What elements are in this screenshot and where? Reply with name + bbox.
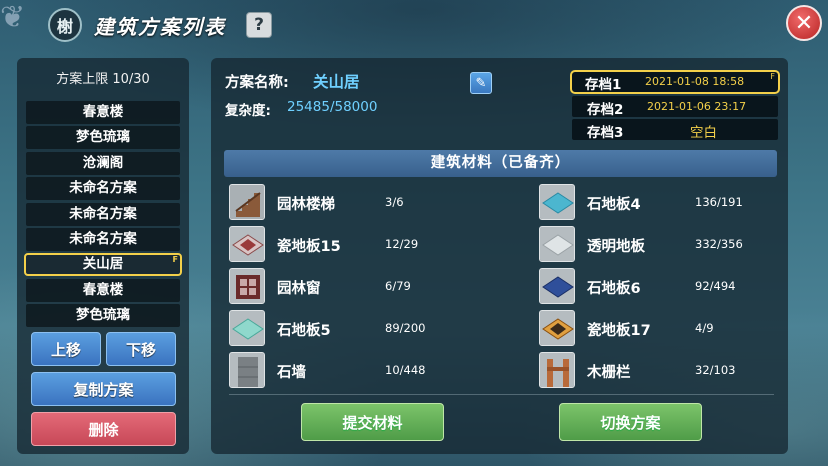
material-row: 石墙 10/448 木栅栏 32/103 bbox=[229, 352, 779, 394]
save-slot-name: 存档3 bbox=[587, 125, 624, 141]
material-item[interactable]: 透明地板 332/356 bbox=[539, 226, 799, 262]
material-item[interactable]: 瓷地板17 4/9 bbox=[539, 310, 799, 346]
stairs-icon bbox=[229, 184, 265, 220]
material-count: 332/356 bbox=[695, 237, 743, 251]
materials-grid: 园林楼梯 3/6 石地板4 136/191 瓷地板15 12/29 透明地板 3… bbox=[229, 184, 779, 394]
material-item[interactable]: 园林窗 6/79 bbox=[229, 268, 489, 304]
plan-detail-panel: 方案名称: 关山居 ✎ 复杂度: 25485/58000 存档1 2021-01… bbox=[211, 58, 788, 454]
material-count: 136/191 bbox=[695, 195, 743, 209]
title-bar: ❦ 榭 建筑方案列表 ? ✕ bbox=[0, 0, 828, 50]
material-name: 园林窗 bbox=[277, 281, 321, 297]
mint-floor-tile-icon bbox=[229, 310, 265, 346]
help-button[interactable]: ? bbox=[246, 12, 272, 38]
material-name: 木栅栏 bbox=[587, 365, 631, 381]
plan-name-value: 关山居 bbox=[313, 73, 360, 91]
material-count: 89/200 bbox=[385, 321, 426, 335]
move-up-button[interactable]: 上移 bbox=[31, 332, 101, 366]
copy-plan-button[interactable]: 复制方案 bbox=[31, 372, 176, 406]
material-name: 园林楼梯 bbox=[277, 197, 335, 213]
material-item[interactable]: 瓷地板15 12/29 bbox=[229, 226, 489, 262]
save-slots: 存档1 2021-01-08 18:58 F 存档2 2021-01-06 23… bbox=[570, 70, 780, 142]
save-slot-2[interactable]: 存档2 2021-01-06 23:17 bbox=[572, 96, 778, 118]
material-count: 12/29 bbox=[385, 237, 419, 251]
selected-tag: F bbox=[172, 255, 178, 265]
page-title: 建筑方案列表 bbox=[94, 15, 226, 39]
submit-materials-button[interactable]: 提交材料 bbox=[301, 403, 444, 441]
material-row: 石地板5 89/200 瓷地板17 4/9 bbox=[229, 310, 779, 352]
material-name: 石墙 bbox=[277, 365, 306, 381]
close-button[interactable]: ✕ bbox=[786, 5, 822, 41]
switch-plan-button[interactable]: 切换方案 bbox=[559, 403, 702, 441]
garden-window-icon bbox=[229, 268, 265, 304]
pencil-icon: ✎ bbox=[475, 75, 487, 91]
patterned-tile-icon bbox=[229, 226, 265, 262]
plan-list: 春意楼 梦色琉璃 沧澜阁 未命名方案 未命名方案 未命名方案 关山居 F 春意楼… bbox=[24, 101, 182, 330]
plan-item[interactable]: 沧澜阁 bbox=[26, 151, 180, 175]
cyan-floor-tile-icon bbox=[539, 184, 575, 220]
blue-floor-tile-icon bbox=[539, 268, 575, 304]
plan-quota: 方案上限 10/30 bbox=[56, 72, 150, 87]
material-count: 32/103 bbox=[695, 363, 736, 377]
material-name: 石地板4 bbox=[587, 197, 641, 213]
divider bbox=[229, 394, 774, 395]
selected-tag: F bbox=[770, 72, 775, 81]
plan-name-label: 方案名称: bbox=[225, 75, 289, 91]
plan-item-label: 关山居 bbox=[82, 256, 124, 273]
stone-wall-icon bbox=[229, 352, 265, 388]
save-slot-3[interactable]: 存档3 空白 bbox=[572, 119, 778, 141]
material-count: 4/9 bbox=[695, 321, 714, 335]
move-down-button[interactable]: 下移 bbox=[106, 332, 176, 366]
wooden-fence-icon bbox=[539, 352, 575, 388]
plan-list-panel: 方案上限 10/30 春意楼 梦色琉璃 沧澜阁 未命名方案 未命名方案 未命名方… bbox=[17, 58, 189, 454]
complexity-value: 25485/58000 bbox=[287, 99, 378, 115]
plan-item[interactable]: 春意楼 bbox=[26, 278, 180, 302]
save-slot-date: 2021-01-06 23:17 bbox=[647, 100, 747, 113]
material-row: 园林窗 6/79 石地板6 92/494 bbox=[229, 268, 779, 310]
save-slot-name: 存档2 bbox=[587, 102, 624, 118]
material-row: 瓷地板15 12/29 透明地板 332/356 bbox=[229, 226, 779, 268]
material-count: 92/494 bbox=[695, 279, 736, 293]
save-slot-1[interactable]: 存档1 2021-01-08 18:58 F bbox=[570, 70, 780, 94]
plan-item[interactable]: 未命名方案 bbox=[26, 202, 180, 226]
plan-item[interactable]: 春意楼 bbox=[26, 101, 180, 124]
decorative-leaf-icon: ❦ bbox=[0, 0, 26, 35]
material-count: 6/79 bbox=[385, 279, 411, 293]
plan-item[interactable]: 梦色琉璃 bbox=[26, 126, 180, 150]
material-count: 3/6 bbox=[385, 195, 404, 209]
material-item[interactable]: 木栅栏 32/103 bbox=[539, 352, 799, 388]
transparent-floor-icon bbox=[539, 226, 575, 262]
material-name: 透明地板 bbox=[587, 239, 645, 255]
materials-header: 建筑材料（已备齐） bbox=[224, 150, 777, 177]
material-name: 瓷地板17 bbox=[587, 323, 651, 339]
material-count: 10/448 bbox=[385, 363, 426, 377]
complexity-label: 复杂度: bbox=[225, 103, 271, 119]
material-name: 石地板6 bbox=[587, 281, 641, 297]
save-slot-date: 2021-01-08 18:58 bbox=[645, 75, 745, 88]
building-logo-icon: 榭 bbox=[48, 8, 82, 42]
material-item[interactable]: 石地板6 92/494 bbox=[539, 268, 799, 304]
orange-patterned-tile-icon bbox=[539, 310, 575, 346]
material-name: 瓷地板15 bbox=[277, 239, 341, 255]
plan-item[interactable]: 梦色琉璃 bbox=[26, 304, 180, 328]
material-item[interactable]: 石地板5 89/200 bbox=[229, 310, 489, 346]
material-item[interactable]: 石墙 10/448 bbox=[229, 352, 489, 388]
plan-item[interactable]: 未命名方案 bbox=[26, 227, 180, 251]
plan-item-selected[interactable]: 关山居 F bbox=[24, 253, 182, 277]
save-slot-name: 存档1 bbox=[585, 77, 622, 93]
material-row: 园林楼梯 3/6 石地板4 136/191 bbox=[229, 184, 779, 226]
delete-button[interactable]: 删除 bbox=[31, 412, 176, 446]
material-item[interactable]: 石地板4 136/191 bbox=[539, 184, 799, 220]
plan-item[interactable]: 未命名方案 bbox=[26, 177, 180, 201]
material-item[interactable]: 园林楼梯 3/6 bbox=[229, 184, 489, 220]
save-slot-empty: 空白 bbox=[690, 125, 717, 141]
material-name: 石地板5 bbox=[277, 323, 331, 339]
edit-name-button[interactable]: ✎ bbox=[470, 72, 492, 94]
